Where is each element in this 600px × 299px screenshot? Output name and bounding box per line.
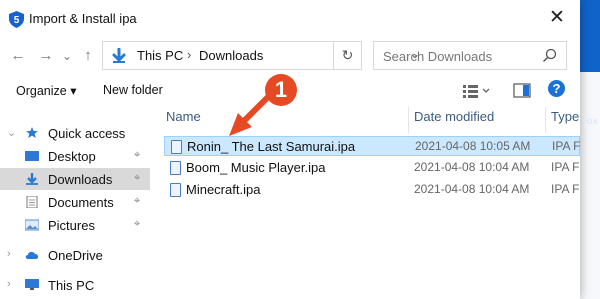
download-arrow-icon	[112, 48, 126, 63]
ipa-file-icon	[170, 161, 181, 175]
background-right-edge: ox	[577, 72, 600, 299]
back-button[interactable]: ←	[10, 47, 26, 65]
search-box[interactable]: Search Downloads	[373, 41, 567, 70]
sidebar-item-this-pc[interactable]: › This PC	[0, 274, 150, 296]
pin-icon: ⌖	[134, 218, 141, 230]
file-list: Name Date modified Type Ronin_ The Last …	[150, 107, 580, 299]
sidebar-item-desktop[interactable]: Desktop ⌖	[0, 145, 150, 167]
chevron-right-icon[interactable]: ›	[7, 278, 11, 290]
file-date: 2021-04-08 10:04 AM	[414, 160, 530, 174]
search-icon	[542, 48, 557, 63]
breadcrumb-this-pc[interactable]: This PC	[137, 48, 183, 63]
sidebar-item-label: Documents	[48, 195, 114, 210]
sidebar-item-label: Desktop	[48, 149, 96, 164]
organize-menu[interactable]: Organize ▾	[16, 83, 76, 98]
file-open-dialog: 5 Import & Install ipa ✕ ← → ⌄ ↑ This PC…	[0, 0, 580, 299]
title-bar: 5 Import & Install ipa ✕	[0, 0, 580, 38]
column-divider[interactable]	[545, 107, 546, 133]
ipa-file-icon	[171, 140, 182, 154]
background-edge-text: ox	[587, 116, 598, 127]
sidebar-item-label: Downloads	[48, 172, 113, 187]
pin-icon: ⌖	[134, 172, 141, 184]
file-name: Boom_ Music Player.ipa	[186, 160, 326, 175]
sidebar-item-label: Pictures	[48, 218, 95, 233]
svg-text:5: 5	[14, 15, 20, 26]
column-header-name[interactable]: Name	[166, 109, 201, 133]
file-date: 2021-04-08 10:04 AM	[414, 182, 530, 196]
shield-icon: 5	[9, 11, 24, 28]
column-divider[interactable]	[408, 107, 409, 133]
download-icon	[26, 173, 38, 185]
new-folder-button[interactable]: New folder	[103, 83, 163, 97]
preview-pane-icon[interactable]	[513, 83, 531, 98]
file-name: Ronin_ The Last Samurai.ipa	[187, 139, 356, 154]
column-header-date[interactable]: Date modified	[414, 109, 494, 133]
computer-icon	[25, 279, 39, 290]
sidebar-item-documents[interactable]: Documents ⌖	[0, 191, 150, 213]
sidebar-item-label: Quick access	[48, 126, 126, 141]
view-options-icon[interactable]	[462, 83, 492, 99]
file-row[interactable]: Boom_ Music Player.ipa 2021-04-08 10:04 …	[164, 158, 580, 178]
file-type: IPA F	[551, 160, 580, 174]
star-icon	[26, 127, 38, 138]
recent-locations-button[interactable]: ⌄	[61, 47, 73, 65]
file-type: IPA F	[552, 139, 580, 153]
sidebar-item-label: This PC	[48, 278, 95, 293]
refresh-button[interactable]: ↻	[333, 41, 362, 70]
address-bar[interactable]: This PC › Downloads ⌄	[102, 41, 420, 70]
sidebar-item-quick-access[interactable]: ⌄ Quick access	[0, 122, 150, 144]
cloud-icon	[25, 251, 39, 259]
file-type: IPA F	[551, 182, 580, 196]
column-header-type[interactable]: Type	[551, 109, 579, 133]
file-row[interactable]: Minecraft.ipa 2021-04-08 10:04 AM IPA F	[164, 180, 580, 200]
up-button[interactable]: ↑	[80, 47, 96, 65]
annotation-step-badge: 1	[265, 74, 297, 106]
chevron-right-icon[interactable]: ›	[7, 248, 11, 260]
breadcrumb-downloads[interactable]: Downloads	[199, 48, 263, 63]
close-button[interactable]: ✕	[540, 6, 574, 32]
dialog-title: Import & Install ipa	[29, 11, 137, 26]
sidebar-item-label: OneDrive	[48, 248, 103, 263]
forward-button[interactable]: →	[38, 47, 54, 65]
chevron-down-icon[interactable]: ⌄	[7, 126, 16, 139]
file-date: 2021-04-08 10:05 AM	[415, 139, 531, 153]
sidebar-item-onedrive[interactable]: › OneDrive	[0, 244, 150, 266]
pictures-icon	[25, 219, 39, 231]
pin-icon: ⌖	[134, 149, 141, 161]
breadcrumb-separator: ›	[187, 47, 192, 62]
sidebar-item-pictures[interactable]: Pictures ⌖	[0, 214, 150, 236]
navigation-pane: ⌄ Quick access Desktop ⌖ Downloads ⌖ Doc…	[0, 107, 150, 299]
search-input[interactable]: Search Downloads	[383, 49, 492, 64]
pin-icon: ⌖	[134, 195, 141, 207]
file-name: Minecraft.ipa	[186, 182, 261, 197]
help-icon[interactable]: ?	[548, 80, 565, 97]
documents-icon	[26, 196, 38, 208]
sidebar-item-downloads[interactable]: Downloads ⌖	[0, 168, 150, 190]
ipa-file-icon	[170, 183, 181, 197]
desktop-icon	[25, 151, 39, 161]
